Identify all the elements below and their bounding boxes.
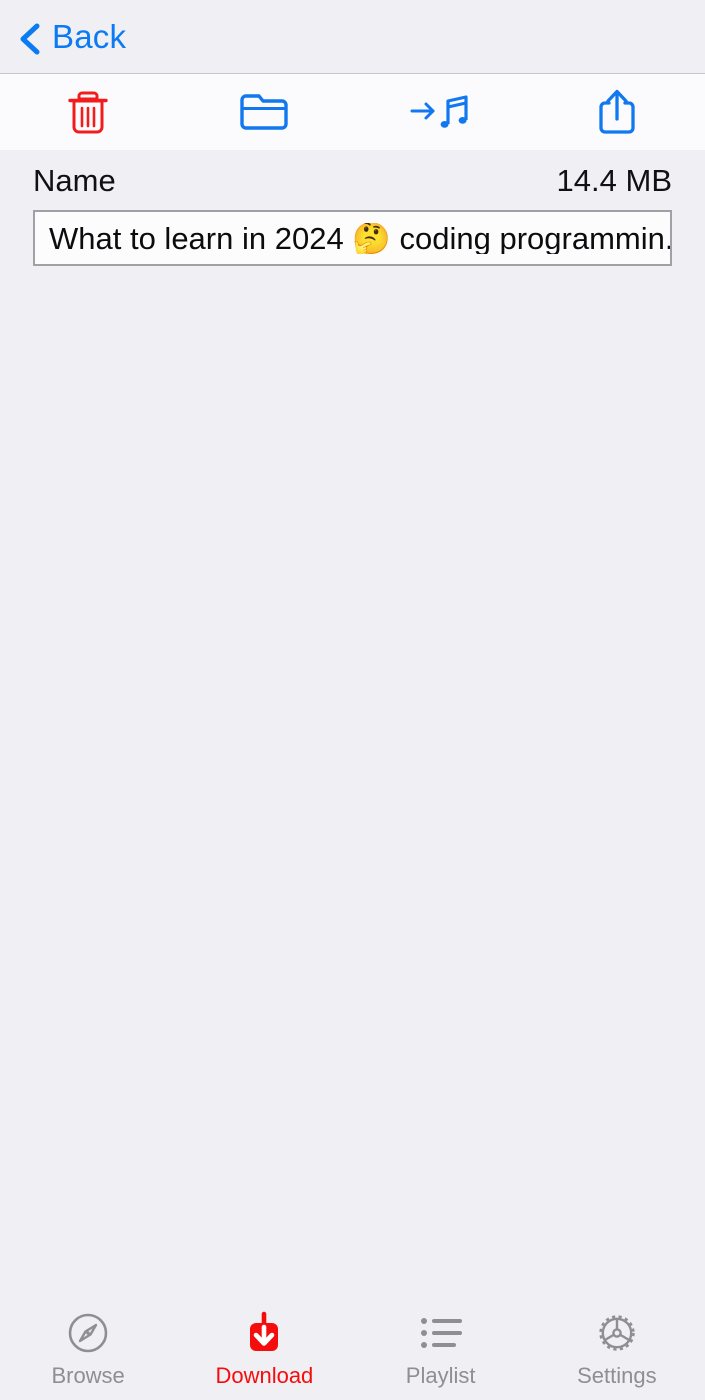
tab-label-browse: Browse [51, 1363, 125, 1388]
move-to-music-button[interactable] [353, 74, 529, 150]
compass-icon [66, 1310, 110, 1356]
trash-icon [66, 87, 110, 137]
chevron-left-icon [18, 22, 42, 54]
tab-browse[interactable]: Browse [0, 1310, 176, 1387]
tab-download[interactable]: Download [176, 1310, 352, 1387]
tab-label-playlist: Playlist [405, 1363, 476, 1388]
share-button[interactable] [529, 74, 705, 150]
file-list-item[interactable]: What to learn in 2024 🤔 coding programmi… [33, 210, 672, 266]
file-list: What to learn in 2024 🤔 coding programmi… [0, 210, 705, 266]
bulleted-list-icon [418, 1310, 464, 1356]
list-column-header: Name 14.4 MB [0, 150, 705, 210]
file-name-label: What to learn in 2024 🤔 coding programmi… [49, 222, 670, 254]
delete-button[interactable] [0, 74, 176, 150]
folder-icon [238, 91, 290, 133]
new-folder-button[interactable] [176, 74, 352, 150]
arrow-music-note-icon [407, 91, 475, 133]
tab-label-settings: Settings [577, 1363, 657, 1388]
gear-icon [594, 1310, 640, 1356]
tab-bar: Browse Download Playlist Settings [0, 1296, 705, 1400]
back-button-label: Back [52, 18, 127, 55]
download-box-icon [242, 1310, 286, 1356]
share-upload-icon [595, 86, 639, 138]
tab-settings[interactable]: Settings [529, 1310, 705, 1387]
column-header-size: 14.4 MB [556, 162, 672, 198]
column-header-name: Name [33, 162, 116, 198]
action-toolbar [0, 74, 705, 150]
back-button[interactable]: Back [18, 18, 127, 55]
tab-label-download: Download [215, 1363, 314, 1388]
tab-playlist[interactable]: Playlist [353, 1310, 529, 1387]
nav-header: Back [0, 0, 705, 74]
